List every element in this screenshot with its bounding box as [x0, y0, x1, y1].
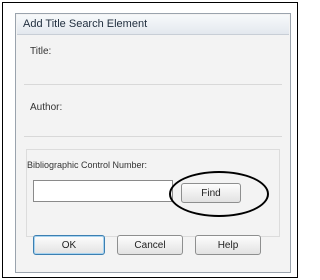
dialog-title: Add Title Search Element	[23, 18, 148, 30]
dialog-titlebar[interactable]: Add Title Search Element	[17, 15, 289, 35]
cancel-button[interactable]: Cancel	[117, 235, 183, 255]
add-title-search-dialog: Add Title Search Element Title: Author:	[15, 13, 291, 273]
find-button[interactable]: Find	[181, 183, 241, 203]
bcn-label: Bibliographic Control Number:	[27, 160, 148, 170]
bcn-input[interactable]	[33, 180, 173, 202]
ok-button[interactable]: OK	[33, 235, 105, 255]
title-divider	[24, 84, 282, 85]
title-label: Title:	[30, 46, 52, 57]
author-label: Author:	[30, 102, 63, 113]
help-button[interactable]: Help	[195, 235, 261, 255]
screenshot-frame: Add Title Search Element Title: Author: …	[2, 2, 298, 278]
author-divider	[24, 136, 282, 137]
